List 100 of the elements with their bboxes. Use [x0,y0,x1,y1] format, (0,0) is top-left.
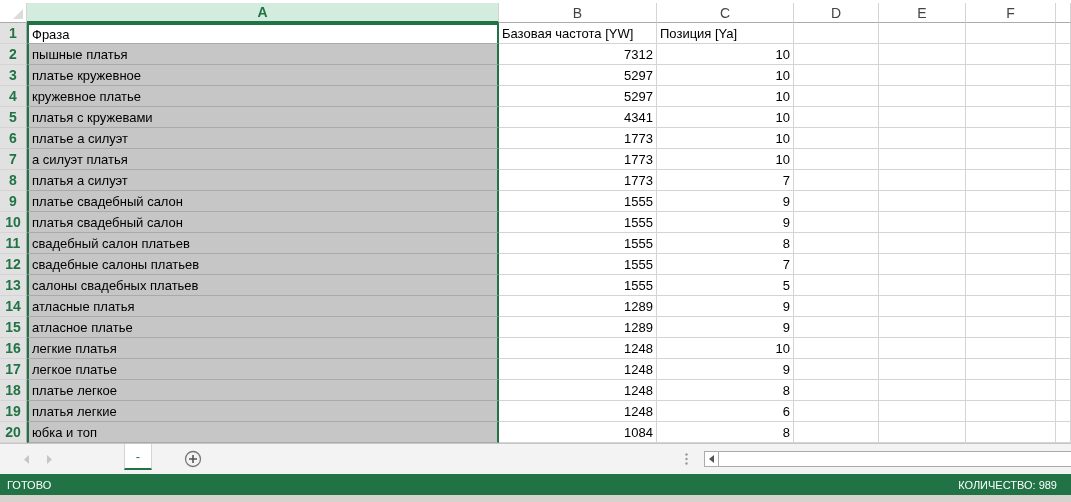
table-cell: 7 [657,170,794,191]
row-header[interactable]: 19 [0,401,27,422]
table-cell: 1248 [499,401,657,422]
table-cell: 7 [657,254,794,275]
column-header[interactable]: D [794,3,879,23]
scroll-left-icon[interactable] [709,455,714,463]
table-cell: 1555 [499,212,657,233]
empty-cell [1056,359,1071,380]
table-cell: 9 [657,317,794,338]
row-header[interactable]: 20 [0,422,27,443]
sheet-tab[interactable]: - [124,444,152,470]
table-cell: 10 [657,86,794,107]
column-header[interactable]: F [966,3,1056,23]
table-cell: 5297 [499,86,657,107]
empty-cell [1056,44,1071,65]
column-header[interactable]: B [499,3,657,23]
empty-cell [1056,317,1071,338]
table-cell: 10 [657,128,794,149]
table-cell: Позиция [Ya] [657,23,794,44]
table-cell: а силуэт платья [27,149,499,170]
table-cell: 5297 [499,65,657,86]
empty-cell [1056,86,1071,107]
table-cell: 1773 [499,170,657,191]
scroll-right-icon[interactable] [47,454,52,464]
table-cell: 4341 [499,107,657,128]
empty-cell [1056,107,1071,128]
row-header[interactable]: 15 [0,317,27,338]
column-header[interactable]: C [657,3,794,23]
row-header[interactable]: 6 [0,128,27,149]
table-cell: 1555 [499,233,657,254]
column-header[interactable]: E [879,3,966,23]
row-header[interactable]: 1 [0,23,27,44]
table-cell: платья легкие [27,401,499,422]
table-cell: 10 [657,149,794,170]
cell-count: КОЛИЧЕСТВО: 989 [958,478,1057,491]
row-header[interactable]: 2 [0,44,27,65]
table-cell: кружевное платье [27,86,499,107]
table-cell: пышные платья [27,44,499,65]
table-cell: 1555 [499,275,657,296]
table-cell: платье легкое [27,380,499,401]
row-header[interactable]: 9 [0,191,27,212]
empty-cell [1056,380,1071,401]
empty-cell [1056,275,1071,296]
table-cell: свадебный салон платьев [27,233,499,254]
table-cell: 9 [657,359,794,380]
table-cell: 6 [657,401,794,422]
table-cell: платье свадебный салон [27,191,499,212]
empty-cell [1056,170,1071,191]
table-cell: 1289 [499,296,657,317]
table-cell: 9 [657,296,794,317]
empty-cell [1056,191,1071,212]
table-cell: платья свадебный салон [27,212,499,233]
table-cell: 1555 [499,191,657,212]
table-cell: 10 [657,65,794,86]
row-header[interactable]: 11 [0,233,27,254]
table-cell: салоны свадебных платьев [27,275,499,296]
table-cell: 1773 [499,149,657,170]
row-header[interactable]: 3 [0,65,27,86]
splitter-handle-icon[interactable] [685,453,688,465]
table-cell: 7312 [499,44,657,65]
table-cell: платье а силуэт [27,128,499,149]
table-cell: платья с кружевами [27,107,499,128]
status-text: ГОТОВО [7,478,52,491]
table-cell: 9 [657,191,794,212]
row-header[interactable]: 16 [0,338,27,359]
table-cell: 5 [657,275,794,296]
empty-cell [1056,212,1071,233]
empty-cell [1056,65,1071,86]
table-cell: юбка и топ [27,422,499,443]
add-sheet-icon[interactable] [184,450,202,468]
empty-cell [1056,233,1071,254]
table-cell: свадебные салоны платьев [27,254,499,275]
row-header[interactable]: 14 [0,296,27,317]
table-cell: 10 [657,44,794,65]
table-cell: легкое платье [27,359,499,380]
row-header[interactable]: 17 [0,359,27,380]
table-cell: платья а силуэт [27,170,499,191]
empty-cell [1056,149,1071,170]
table-cell: 9 [657,212,794,233]
row-header[interactable]: 4 [0,86,27,107]
table-cell: 10 [657,338,794,359]
row-header[interactable]: 13 [0,275,27,296]
horizontal-scrollbar[interactable] [704,451,1071,467]
table-cell: 1555 [499,254,657,275]
row-header[interactable]: 12 [0,254,27,275]
row-header[interactable]: 8 [0,170,27,191]
row-header[interactable]: 18 [0,380,27,401]
table-cell: атласные платья [27,296,499,317]
column-header[interactable]: A [27,3,499,23]
empty-cell [1056,254,1071,275]
table-cell: платье кружевное [27,65,499,86]
table-cell: 8 [657,233,794,254]
table-cell: Фраза [27,23,499,44]
empty-cell [1056,128,1071,149]
row-header[interactable]: 10 [0,212,27,233]
select-all-icon[interactable] [13,9,23,19]
row-header[interactable]: 7 [0,149,27,170]
table-cell: 1248 [499,338,657,359]
row-header[interactable]: 5 [0,107,27,128]
empty-cell [1056,338,1071,359]
